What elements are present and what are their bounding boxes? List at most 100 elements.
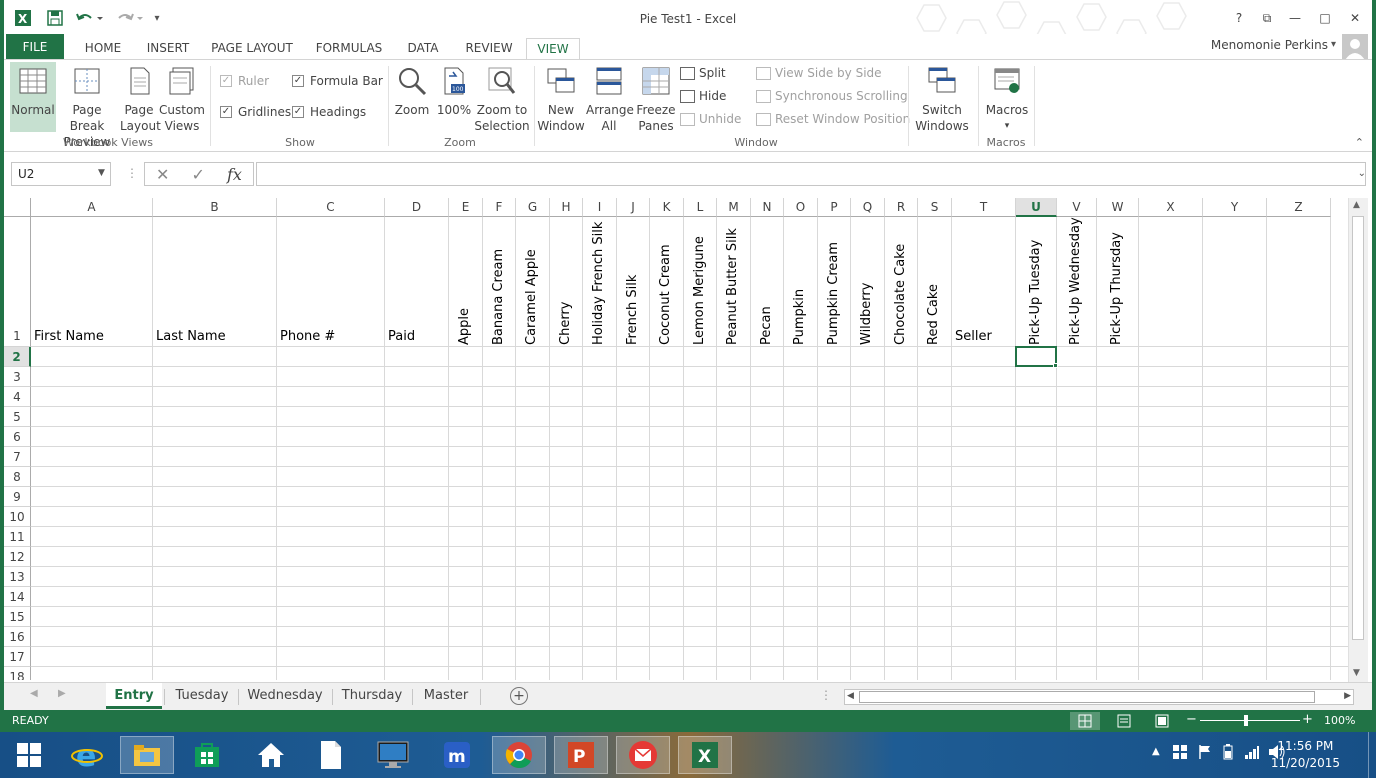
synchronous-scrolling-button[interactable]: Synchronous Scrolling	[756, 89, 908, 103]
column-header-j[interactable]: J	[617, 198, 650, 217]
cell-header-s[interactable]: Red Cake	[926, 284, 941, 345]
freeze-panes-button[interactable]: Freeze Panes	[632, 66, 680, 134]
normal-view-button[interactable]: Normal	[10, 62, 56, 132]
sheet-tab-thursday[interactable]: Thursday	[334, 683, 410, 709]
column-header-f[interactable]: F	[483, 198, 516, 217]
row-header-14[interactable]: 14	[4, 587, 31, 607]
minimize-icon[interactable]: —	[1284, 8, 1306, 28]
insert-function-button[interactable]: fx	[227, 165, 242, 184]
row-header-11[interactable]: 11	[4, 527, 31, 547]
page-layout-view-button[interactable]: Page Layout	[120, 66, 161, 134]
selected-cell-u2[interactable]	[1015, 346, 1057, 367]
cell-header-a[interactable]: First Name	[34, 329, 104, 344]
tab-review[interactable]: REVIEW	[458, 38, 520, 60]
close-icon[interactable]: ✕	[1344, 8, 1366, 28]
avatar[interactable]	[1342, 34, 1368, 60]
file-explorer-icon[interactable]	[120, 736, 174, 774]
row-header-7[interactable]: 7	[4, 447, 31, 467]
row-header-13[interactable]: 13	[4, 567, 31, 587]
lenovo-monitor-icon[interactable]	[366, 736, 420, 774]
cell-header-m[interactable]: Peanut Butter Silk	[725, 228, 740, 345]
row-header-15[interactable]: 15	[4, 607, 31, 627]
cell-header-u[interactable]: Pick-Up Tuesday	[1028, 240, 1043, 345]
zoom-button[interactable]: Zoom	[392, 66, 432, 118]
column-header-e[interactable]: E	[449, 198, 483, 217]
row-header-10[interactable]: 10	[4, 507, 31, 527]
view-side-by-side-button[interactable]: View Side by Side	[756, 66, 882, 80]
horizontal-scroll-thumb[interactable]	[859, 691, 1315, 703]
zoom-in-icon[interactable]: +	[1302, 712, 1313, 727]
unhide-button[interactable]: Unhide	[680, 112, 741, 126]
enter-icon[interactable]: ✓	[192, 165, 205, 184]
tab-view[interactable]: VIEW	[526, 38, 580, 61]
cell-header-q[interactable]: Wildberry	[859, 283, 874, 345]
column-header-l[interactable]: L	[684, 198, 717, 217]
vertical-scroll-thumb[interactable]	[1352, 216, 1364, 640]
cell-header-h[interactable]: Cherry	[558, 302, 573, 345]
vertical-scrollbar[interactable]: ▲ ▼	[1348, 198, 1368, 682]
row-header-1[interactable]: 1	[4, 217, 31, 347]
cell-header-d[interactable]: Paid	[388, 329, 415, 344]
scroll-up-icon[interactable]: ▲	[1353, 200, 1360, 210]
document-icon[interactable]	[304, 736, 358, 774]
maxthon-icon[interactable]: m	[430, 736, 484, 774]
column-header-y[interactable]: Y	[1203, 198, 1267, 217]
expand-formula-bar-icon[interactable]: ⌄	[1358, 168, 1366, 179]
column-header-q[interactable]: Q	[851, 198, 885, 217]
collapse-ribbon-icon[interactable]: ⌃	[1355, 136, 1364, 149]
chrome-icon[interactable]	[492, 736, 546, 774]
column-header-z[interactable]: Z	[1267, 198, 1331, 217]
worksheet-grid[interactable]: A B C D E F G H I J K L M N O P Q R S T U V W X Y Z 1 2 3 4 5 6 7 8 9 10 11 1…	[4, 198, 1348, 680]
headings-checkbox[interactable]: ✓ Headings	[292, 105, 366, 119]
cancel-icon[interactable]: ✕	[156, 165, 169, 184]
cell-header-o[interactable]: Pumpkin	[792, 289, 807, 345]
new-window-button[interactable]: New Window	[536, 66, 586, 134]
formula-input[interactable]	[256, 162, 1366, 186]
help-icon[interactable]: ?	[1228, 8, 1250, 28]
row-header-5[interactable]: 5	[4, 407, 31, 427]
row-header-17[interactable]: 17	[4, 647, 31, 667]
zoom-slider[interactable]	[1200, 720, 1300, 721]
windows-tray-icon[interactable]	[1172, 744, 1188, 763]
row-header-8[interactable]: 8	[4, 467, 31, 487]
column-header-u[interactable]: U	[1016, 198, 1057, 217]
cell-header-e[interactable]: Apple	[457, 308, 472, 345]
macros-button[interactable]: Macros ▾	[982, 66, 1032, 134]
cell-header-j[interactable]: French Silk	[625, 275, 640, 345]
name-box[interactable]: U2	[11, 162, 111, 186]
zoom-to-selection-button[interactable]: Zoom to Selection	[474, 66, 530, 134]
tab-formulas[interactable]: FORMULAS	[308, 38, 390, 60]
mail-icon[interactable]	[616, 736, 670, 774]
column-header-t[interactable]: T	[952, 198, 1016, 217]
hide-button[interactable]: Hide	[680, 89, 726, 103]
column-header-h[interactable]: H	[550, 198, 583, 217]
flag-icon[interactable]	[1198, 744, 1212, 763]
row-header-16[interactable]: 16	[4, 627, 31, 647]
column-header-n[interactable]: N	[751, 198, 784, 217]
row-header-12[interactable]: 12	[4, 547, 31, 567]
next-sheet-icon[interactable]: ▶	[58, 688, 66, 699]
tab-page-layout[interactable]: PAGE LAYOUT	[204, 38, 300, 60]
column-header-r[interactable]: R	[885, 198, 918, 217]
column-header-g[interactable]: G	[516, 198, 550, 217]
new-sheet-icon[interactable]: +	[510, 687, 528, 705]
zoom-slider-thumb[interactable]	[1244, 715, 1248, 726]
powerpoint-icon[interactable]: P	[554, 736, 608, 774]
cell-header-v[interactable]: Pick-Up Wednesday	[1068, 217, 1083, 345]
sheet-tab-master[interactable]: Master	[414, 683, 478, 709]
column-header-d[interactable]: D	[385, 198, 449, 217]
cell-header-w[interactable]: Pick-Up Thursday	[1109, 232, 1124, 345]
column-header-a[interactable]: A	[31, 198, 153, 217]
cell-header-c[interactable]: Phone #	[280, 329, 335, 344]
custom-views-button[interactable]: Custom Views	[158, 66, 206, 134]
wifi-icon[interactable]	[1244, 744, 1260, 763]
column-header-x[interactable]: X	[1139, 198, 1203, 217]
tab-home[interactable]: HOME	[74, 38, 132, 60]
page-layout-status-icon[interactable]	[1116, 713, 1132, 732]
formula-bar-checkbox[interactable]: ✓ Formula Bar	[292, 74, 383, 88]
arrange-all-button[interactable]: Arrange All	[586, 66, 634, 134]
excel-taskbar-icon[interactable]: X	[678, 736, 732, 774]
scroll-down-icon[interactable]: ▼	[1353, 668, 1360, 678]
start-icon[interactable]	[2, 736, 56, 774]
home-icon[interactable]	[244, 736, 298, 774]
